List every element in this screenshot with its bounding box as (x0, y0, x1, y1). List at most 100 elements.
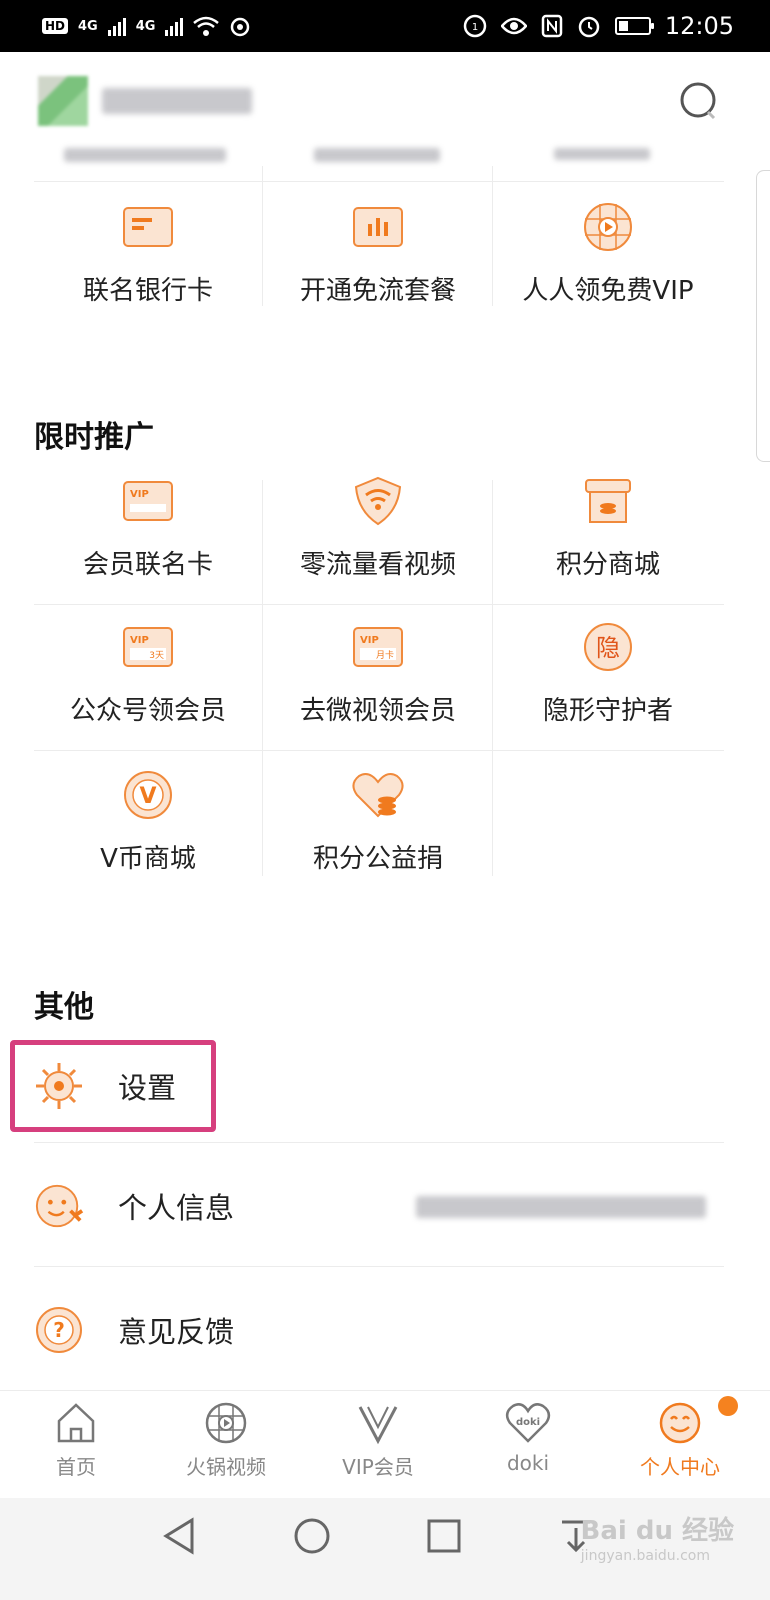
points-store-icon (581, 474, 635, 528)
quick-item-label: 联名银行卡 (82, 276, 213, 306)
divider (34, 750, 724, 751)
section-title-other: 其他 (34, 990, 94, 1025)
alarm-icon (578, 16, 600, 38)
personal-info-value-blurred (416, 1196, 706, 1218)
section-title-promo: 限时推广 (34, 420, 154, 455)
nav-video[interactable]: 火锅视频 (166, 1401, 286, 1480)
recents-icon[interactable] (424, 1516, 464, 1556)
promo-item-wechat-vip[interactable]: VIP 3天 公众号领会员 (33, 620, 263, 727)
home-icon (57, 1403, 95, 1443)
svg-text:VIP: VIP (360, 635, 379, 646)
stat-blurred-1 (64, 148, 226, 162)
promo-item-label: V币商城 (100, 844, 196, 874)
network-type-1: 4G (78, 18, 98, 34)
clock: 12:05 (664, 12, 734, 40)
promo-item-label: 积分公益捐 (312, 844, 443, 874)
feedback-question-icon: ? (34, 1305, 84, 1355)
signal-icon (107, 16, 126, 36)
divider (34, 181, 724, 182)
svg-text:doki: doki (516, 1417, 540, 1428)
svg-text:VIP: VIP (130, 489, 149, 500)
bottom-nav: 首页 火锅视频 VIP会员 doki doki 个人中心 (0, 1390, 770, 1499)
promo-item-weishi-vip[interactable]: VIP 月卡 去微视领会员 (263, 620, 493, 727)
battery-icon (614, 17, 654, 35)
svg-text:1: 1 (472, 22, 478, 33)
nav-label: 首页 (56, 1455, 96, 1479)
eye-comfort-icon (500, 17, 527, 35)
promo-item-charity[interactable]: 积分公益捐 (263, 768, 493, 875)
quick-item-free-vip[interactable]: 人人领免费VIP (493, 200, 723, 307)
network-type-2: 4G (135, 18, 156, 34)
search-button[interactable] (678, 80, 718, 120)
promo-item-label: 公众号领会员 (69, 696, 226, 726)
promo-item-vcoin-store[interactable]: V V币商城 (33, 768, 263, 875)
home-circle-icon[interactable] (292, 1516, 332, 1556)
quick-item-label: 开通免流套餐 (299, 276, 456, 306)
divider (34, 1142, 724, 1143)
divider (34, 604, 724, 605)
nav-label: doki (506, 1451, 550, 1475)
data-plan-icon (351, 200, 405, 254)
notification-dot (718, 1396, 738, 1416)
charity-heart-icon (351, 768, 405, 822)
promo-item-vip-card[interactable]: VIP 会员联名卡 (33, 474, 263, 581)
quick-item-bank-card[interactable]: 联名银行卡 (33, 200, 263, 307)
promo-item-label: 隐形守护者 (542, 696, 673, 726)
avatar[interactable] (38, 76, 88, 126)
nav-home[interactable]: 首页 (16, 1401, 136, 1480)
bank-card-icon (121, 200, 175, 254)
vip-month-icon: VIP 月卡 (351, 620, 405, 674)
svg-text:3天: 3天 (149, 651, 164, 661)
quick-item-label: 人人领免费VIP (522, 276, 694, 306)
promo-item-label: 会员联名卡 (82, 550, 213, 580)
nfc-icon (541, 14, 563, 38)
vip-v-icon (358, 1406, 398, 1445)
promo-item-label: 积分商城 (555, 550, 660, 580)
hd-badge: HD (42, 18, 69, 34)
status-left: HD 4G 4G (42, 12, 251, 40)
promo-item-label: 去微视领会员 (299, 696, 456, 726)
watermark-url: jingyan.baidu.com (580, 1548, 710, 1564)
stat-blurred-2 (314, 148, 440, 162)
personal-info-icon (34, 1181, 84, 1231)
vip-3day-icon: VIP 3天 (121, 620, 175, 674)
search-icon (680, 82, 716, 120)
signal-icon-2 (165, 16, 184, 36)
nav-label: 火锅视频 (186, 1455, 266, 1479)
vcoin-store-icon: V (121, 768, 175, 822)
status-right: 1 12:05 (463, 10, 734, 42)
side-drawer-handle[interactable] (756, 170, 770, 462)
data-saver-icon: 1 (463, 14, 487, 38)
vip-card-icon: VIP (121, 474, 175, 528)
username-blurred (102, 88, 252, 114)
svg-text:?: ? (53, 1318, 65, 1342)
feedback-row[interactable]: ? 意见反馈 (34, 1290, 724, 1370)
nav-doki[interactable]: doki doki (468, 1401, 588, 1475)
svg-text:月卡: 月卡 (376, 649, 394, 661)
promo-item-label: 零流量看视频 (299, 550, 456, 580)
back-icon[interactable] (160, 1516, 200, 1556)
nav-label: 个人中心 (640, 1455, 720, 1479)
feedback-label: 意见反馈 (118, 1315, 235, 1349)
personal-info-label: 个人信息 (118, 1191, 235, 1225)
svg-text:隐: 隐 (596, 634, 620, 662)
promo-item-points-store[interactable]: 积分商城 (493, 474, 723, 581)
quick-item-data-plan[interactable]: 开通免流套餐 (263, 200, 493, 307)
divider (34, 1266, 724, 1267)
nav-label: VIP会员 (342, 1455, 414, 1479)
promo-item-invisible-guardian[interactable]: 隐 隐形守护者 (493, 620, 723, 727)
wifi-icon (193, 16, 220, 36)
invisible-guardian-icon: 隐 (581, 620, 635, 674)
smiley-profile-icon (659, 1402, 701, 1444)
promo-item-zero-data[interactable]: 零流量看视频 (263, 474, 493, 581)
wifi-shield-icon (351, 474, 405, 528)
free-vip-icon (581, 200, 635, 254)
doki-heart-icon: doki (505, 1403, 551, 1443)
svg-text:V: V (139, 784, 156, 809)
stat-blurred-3 (554, 148, 650, 160)
nav-vip[interactable]: VIP会员 (318, 1401, 438, 1480)
svg-text:VIP: VIP (130, 635, 149, 646)
watermark-logo: Bai du 经验 (580, 1516, 735, 1546)
highlight-box (10, 1040, 216, 1132)
status-bar: HD 4G 4G 1 12:05 (0, 0, 770, 52)
